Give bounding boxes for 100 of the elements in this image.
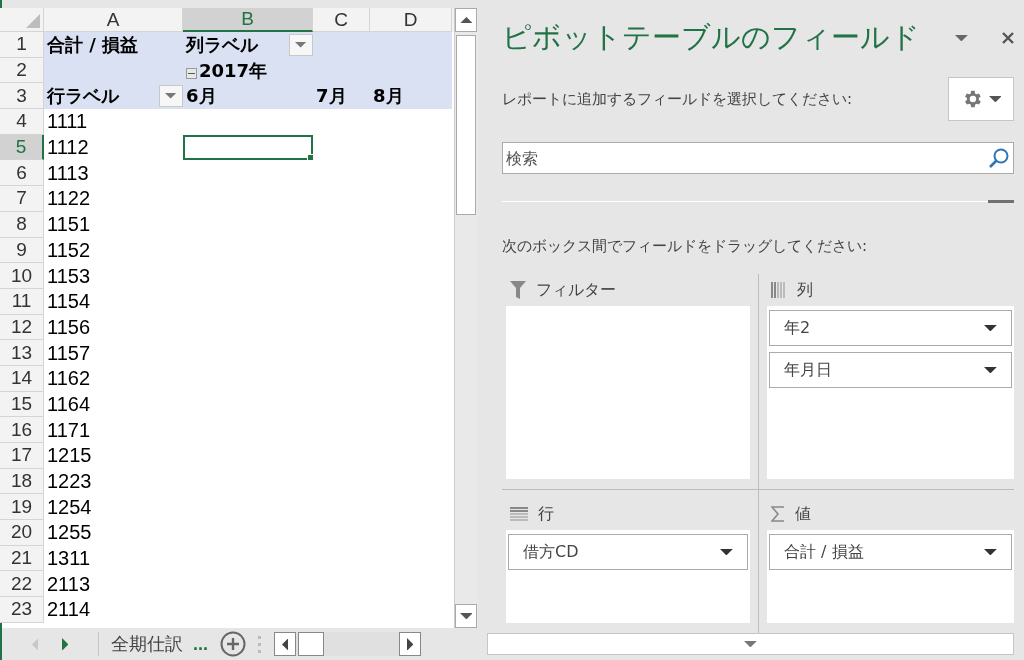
table-cell: 1162 [47, 367, 90, 391]
caret-icon [744, 640, 757, 648]
caret-icon [165, 93, 177, 99]
caret-icon [459, 612, 473, 620]
scroll-left-button[interactable] [274, 632, 296, 656]
label-text: 6月 [186, 84, 217, 109]
row-header[interactable]: 6 [0, 160, 44, 187]
table-cell: 1113 [47, 161, 89, 185]
caret-icon [406, 637, 414, 651]
row-header[interactable]: 1 [0, 32, 44, 58]
column-header[interactable]: B [183, 8, 313, 32]
table-cell: 1254 [47, 495, 92, 519]
table-cell: 1151 [47, 213, 90, 237]
table-cell: 1223 [47, 470, 92, 494]
scroll-thumb[interactable] [298, 632, 324, 656]
table-cell: 2114 [47, 598, 90, 622]
label-text: 行ラベル [47, 84, 119, 109]
caret-icon [31, 637, 39, 651]
instruction-text: 次のボックス間でフィールドをドラッグしてください: [502, 237, 868, 255]
table-cell: 1111 [47, 110, 88, 134]
row-header[interactable]: 5 [0, 134, 44, 161]
caret-icon [720, 548, 733, 556]
caret-icon [955, 34, 968, 42]
filter-icon [510, 281, 526, 299]
minus-icon [188, 73, 195, 75]
row-header[interactable]: 9 [0, 237, 44, 264]
sigma-icon [771, 506, 785, 522]
splitter-handle-icon[interactable] [258, 634, 262, 654]
caret-icon [61, 637, 69, 651]
row-header[interactable]: 15 [0, 391, 44, 418]
row-header[interactable]: 3 [0, 83, 44, 110]
sheet-tab[interactable]: 全期仕訳 [107, 630, 187, 658]
instruction-text: レポートに追加するフィールドを選択してください: [502, 89, 853, 109]
column-header[interactable]: D [370, 8, 452, 32]
table-cell: 1156 [47, 315, 90, 339]
row-header[interactable]: 20 [0, 520, 44, 546]
scroll-thumb[interactable] [456, 35, 476, 215]
row-header[interactable]: 16 [0, 417, 44, 443]
drop-area[interactable]: 借方CD [506, 530, 750, 623]
caret-icon [295, 42, 307, 48]
table-cell: 1311 [47, 547, 90, 571]
table-cell: 1154 [47, 290, 90, 314]
panel-options-button[interactable] [955, 34, 968, 42]
table-cell: 1255 [47, 521, 92, 545]
active-cell[interactable] [183, 134, 313, 161]
table-cell: 1153 [47, 264, 90, 288]
panel-title: ピボットテーブルのフィールド [502, 19, 921, 56]
search-field[interactable]: 検索 [502, 142, 1014, 174]
column-header[interactable]: C [313, 8, 370, 32]
area-label: 行 [538, 503, 554, 525]
row-header[interactable]: 11 [0, 288, 44, 315]
settings-button[interactable] [948, 77, 1014, 121]
add-sheet-button[interactable] [220, 631, 246, 657]
splitter-grip[interactable] [988, 200, 1014, 203]
column-header[interactable]: A [44, 8, 183, 32]
row-header[interactable]: 2 [0, 57, 44, 84]
row-header[interactable]: 17 [0, 443, 44, 469]
area-label: 値 [795, 503, 811, 525]
label-text: 7月 [316, 84, 347, 109]
field-button[interactable]: 借方CD [508, 534, 748, 570]
drop-area[interactable]: 合計 / 損益 [767, 530, 1014, 623]
rows-icon [510, 506, 528, 522]
row-header[interactable]: 23 [0, 597, 44, 623]
collapse-button[interactable] [186, 68, 197, 80]
caret-icon [459, 16, 473, 24]
filter-dropdown-button[interactable] [289, 33, 313, 56]
table-cell: 1152 [47, 238, 90, 262]
scroll-down-button[interactable] [455, 604, 477, 628]
search-icon [988, 147, 1010, 169]
row-header[interactable]: 12 [0, 314, 44, 341]
caret-icon [984, 324, 997, 332]
more-sheets-button[interactable]: ... [187, 633, 214, 655]
row-header[interactable]: 4 [0, 109, 44, 135]
row-header[interactable]: 10 [0, 263, 44, 289]
table-cell: 1157 [47, 341, 90, 365]
row-header[interactable]: 22 [0, 571, 44, 598]
row-header[interactable]: 21 [0, 545, 44, 572]
scroll-up-button[interactable] [455, 8, 477, 32]
caret-icon [988, 95, 1002, 103]
row-header[interactable]: 8 [0, 211, 44, 238]
row-header[interactable]: 13 [0, 340, 44, 366]
table-cell: 2113 [47, 572, 90, 596]
caret-icon [281, 637, 289, 651]
field-button[interactable]: 年2 [769, 310, 1012, 346]
scroll-right-button[interactable] [399, 632, 421, 656]
row-header[interactable]: 14 [0, 365, 44, 392]
caret-icon [984, 366, 997, 374]
field-button[interactable]: 合計 / 損益 [769, 534, 1012, 570]
table-cell: 1171 [47, 418, 90, 442]
close-button[interactable] [1002, 32, 1014, 44]
caret-icon [984, 548, 997, 556]
drop-area[interactable]: 年2 年月日 [767, 306, 1014, 479]
row-header[interactable]: 7 [0, 186, 44, 212]
row-header[interactable]: 18 [0, 468, 44, 495]
row-header[interactable]: 19 [0, 494, 44, 521]
table-cell: 1164 [47, 392, 90, 416]
field-button[interactable]: 年月日 [769, 352, 1012, 388]
table-cell: 1215 [47, 444, 92, 468]
table-cell: 1112 [47, 136, 89, 160]
filter-dropdown-button[interactable] [159, 85, 183, 108]
